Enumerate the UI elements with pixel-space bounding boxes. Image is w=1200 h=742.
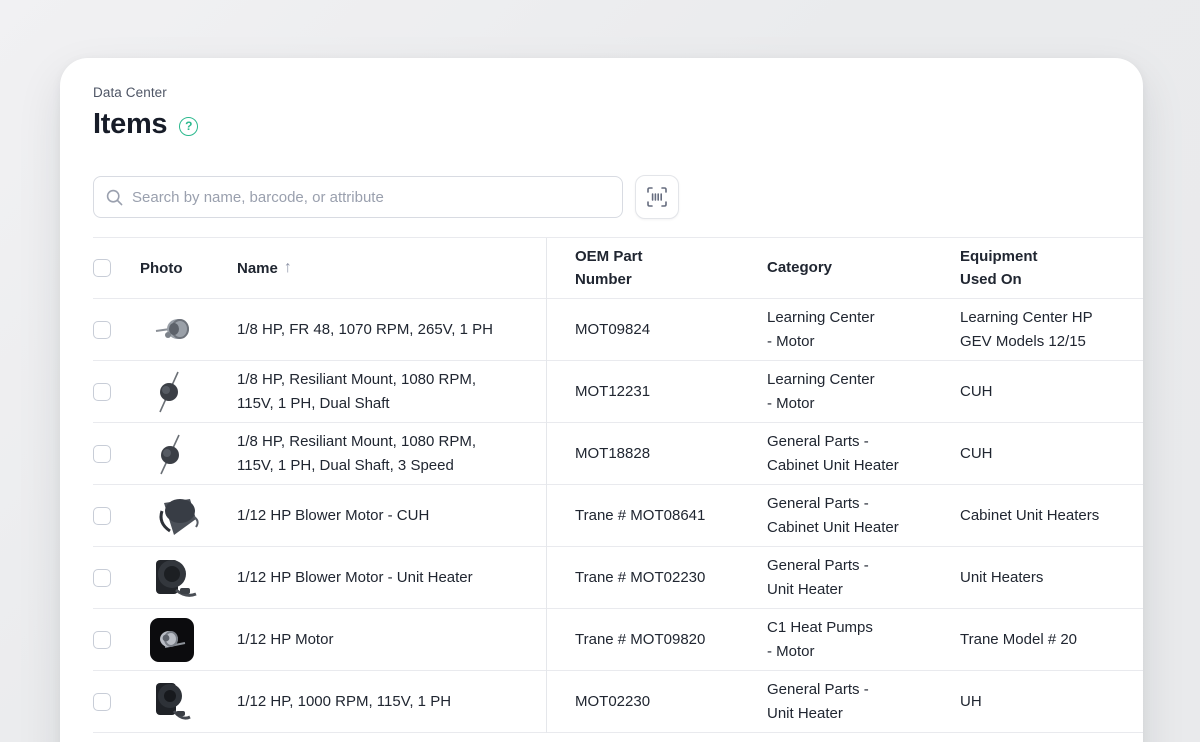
column-header-category: Category <box>767 256 960 279</box>
table-row[interactable]: 1/8 HP, Resiliant Mount, 1080 RPM, 115V,… <box>93 423 1143 485</box>
table-row[interactable]: 1/12 HP, 1000 RPM, 115V, 1 PH MOT02230 G… <box>93 671 1143 733</box>
barcode-scan-icon <box>646 186 668 208</box>
barcode-scan-button[interactable] <box>635 175 679 219</box>
page-title: Items <box>93 108 167 141</box>
column-header-equipment: Equipment Used On <box>960 245 1143 292</box>
item-photo <box>150 618 194 662</box>
search-input[interactable] <box>132 189 610 206</box>
row-checkbox[interactable] <box>93 631 111 649</box>
arrow-up-icon: ↑ <box>284 259 292 277</box>
items-panel: Data Center Items ? <box>60 58 1143 742</box>
breadcrumb: Data Center <box>93 85 1143 100</box>
column-divider <box>546 238 547 733</box>
table-row[interactable]: 1/12 HP Motor Trane # MOT09820 C1 Heat P… <box>93 609 1143 671</box>
row-checkbox[interactable] <box>93 693 111 711</box>
column-header-oem: OEM Part Number <box>546 245 767 292</box>
search-box[interactable] <box>93 176 623 218</box>
row-checkbox[interactable] <box>93 383 111 401</box>
help-circle-icon[interactable]: ? <box>179 117 198 136</box>
item-photo <box>150 368 190 416</box>
item-photo <box>150 314 198 346</box>
magnifier-icon <box>106 189 123 206</box>
table-header-row: Photo Name ↑ OEM Part Number Category Eq… <box>93 238 1143 299</box>
table-row[interactable]: 1/8 HP, FR 48, 1070 RPM, 265V, 1 PH MOT0… <box>93 299 1143 361</box>
row-checkbox[interactable] <box>93 321 111 339</box>
table-row[interactable]: 1/8 HP, Resiliant Mount, 1080 RPM, 115V,… <box>93 361 1143 423</box>
column-header-name[interactable]: Name ↑ <box>237 259 546 277</box>
select-all-checkbox[interactable] <box>93 259 111 277</box>
table-row[interactable]: 1/12 HP Blower Motor - Unit Heater Trane… <box>93 547 1143 609</box>
column-header-photo: Photo <box>128 260 237 277</box>
item-photo <box>150 430 190 478</box>
items-table: Photo Name ↑ OEM Part Number Category Eq… <box>93 237 1143 733</box>
item-photo <box>150 493 204 539</box>
table-row[interactable]: 1/12 HP Blower Motor - CUH Trane # MOT08… <box>93 485 1143 547</box>
item-photo <box>150 679 194 725</box>
item-photo <box>150 554 202 602</box>
row-checkbox[interactable] <box>93 445 111 463</box>
row-checkbox[interactable] <box>93 569 111 587</box>
row-checkbox[interactable] <box>93 507 111 525</box>
